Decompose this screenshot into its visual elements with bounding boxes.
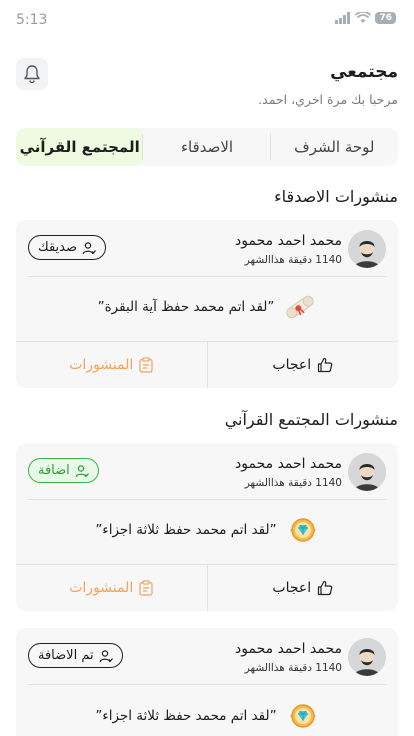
signal-icon	[335, 12, 351, 24]
clipboard-icon	[139, 357, 153, 373]
added-status-chip[interactable]: تم الاضافة	[28, 643, 123, 668]
post-content: ”لقد اتم محمد حفظ ثلاثة اجزاء”	[16, 501, 398, 559]
wifi-icon	[355, 12, 372, 23]
clipboard-icon	[139, 580, 153, 596]
post-text: ”لقد اتم محمد حفظ ثلاثة اجزاء”	[95, 708, 277, 724]
user-avatar-icon	[348, 230, 386, 268]
like-button[interactable]: اعجاب	[208, 342, 399, 388]
user-avatar-icon	[348, 453, 386, 491]
thumbs-up-icon	[318, 580, 333, 596]
page-header: مجتمعي مرحبا بك مرة اخري، احمد.	[16, 58, 398, 110]
notifications-button[interactable]	[16, 58, 48, 90]
post-actions: اعجاب المنشورات	[16, 341, 398, 388]
status-time: 5:13	[16, 12, 48, 28]
avatar[interactable]	[348, 230, 386, 268]
post-content: ”لقد اتم محمد حفظ آية البقرة”	[16, 278, 398, 336]
user-icon	[82, 241, 96, 254]
avatar[interactable]	[348, 453, 386, 491]
page-title: مجتمعي	[330, 62, 398, 82]
post-text: ”لقد اتم محمد حفظ آية البقرة”	[97, 299, 275, 315]
avatar[interactable]	[348, 638, 386, 676]
user-name: محمد احمد محمود	[235, 456, 342, 472]
scroll-icon	[284, 291, 316, 323]
post-content: ”لقد اتم محمد حفظ ثلاثة اجزاء”	[16, 688, 398, 736]
user-icon	[99, 649, 113, 662]
like-label: اعجاب	[272, 357, 312, 373]
battery-indicator: 76	[375, 12, 396, 24]
post-card: محمد احمد محمود 1140 دقيقة هذاالشهر اضاف…	[16, 443, 398, 611]
user-minutes: 1140 دقيقة هذاالشهر	[244, 254, 342, 266]
thumbs-up-icon	[318, 357, 333, 373]
tab-quran-community[interactable]: المجتمع القرآني	[16, 128, 144, 166]
friends-posts-title: منشورات الاصدقاء	[274, 187, 398, 206]
user-minutes: 1140 دقيقة هذاالشهر	[244, 662, 342, 674]
divider	[28, 499, 386, 500]
friend-status-chip[interactable]: صديقك	[28, 235, 107, 260]
post-card: محمد احمد محمود 1140 دقيقة هذاالشهر صديق…	[16, 220, 398, 388]
page-subtitle: مرحبا بك مرة اخري، احمد.	[258, 92, 398, 107]
posts-label: المنشورات	[69, 580, 134, 596]
post-actions: اعجاب المنشورات	[16, 564, 398, 611]
diamond-badge-icon	[287, 514, 319, 546]
divider	[28, 276, 386, 277]
user-icon	[75, 464, 89, 477]
posts-label: المنشورات	[69, 357, 134, 373]
post-text: ”لقد اتم محمد حفظ ثلاثة اجزاء”	[95, 522, 277, 538]
tab-honor-board[interactable]: لوحة الشرف	[271, 128, 398, 166]
like-label: اعجاب	[272, 580, 312, 596]
user-name: محمد احمد محمود	[235, 641, 342, 657]
bell-icon	[24, 65, 40, 84]
status-icons: 76	[335, 12, 396, 24]
diamond-badge-icon	[287, 700, 319, 732]
divider	[28, 684, 386, 685]
add-friend-button[interactable]: اضافة	[28, 458, 99, 483]
chip-label: تم الاضافة	[38, 648, 94, 663]
chip-label: صديقك	[38, 240, 78, 255]
tab-friends[interactable]: الاصدقاء	[143, 128, 272, 166]
user-minutes: 1140 دقيقة هذاالشهر	[244, 477, 342, 489]
posts-button[interactable]: المنشورات	[16, 342, 208, 388]
post-card: محمد احمد محمود 1140 دقيقة هذاالشهر تم ا…	[16, 628, 398, 736]
post-card-header: محمد احمد محمود 1140 دقيقة هذاالشهر صديق…	[16, 220, 398, 276]
posts-button[interactable]: المنشورات	[16, 565, 208, 611]
post-card-header: محمد احمد محمود 1140 دقيقة هذاالشهر تم ا…	[16, 628, 398, 684]
community-posts-title: منشورات المجتمع القرآني	[224, 410, 398, 429]
like-button[interactable]: اعجاب	[208, 565, 399, 611]
status-bar: 5:13 76	[0, 0, 414, 42]
post-card-header: محمد احمد محمود 1140 دقيقة هذاالشهر اضاف…	[16, 443, 398, 499]
user-name: محمد احمد محمود	[235, 233, 342, 249]
tabs-bar: لوحة الشرف الاصدقاء المجتمع القرآني	[16, 128, 398, 166]
chip-label: اضافة	[38, 463, 70, 478]
user-avatar-icon	[348, 638, 386, 676]
